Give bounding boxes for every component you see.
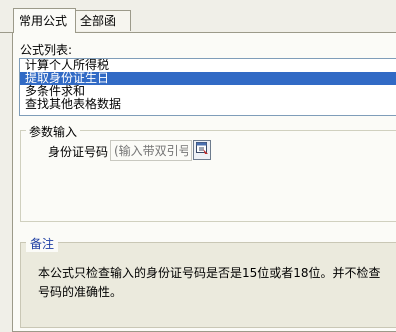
tab-baseline [0, 32, 12, 33]
id-number-input[interactable] [110, 140, 192, 161]
tab-bar: 常用公式 全部函数 [0, 0, 396, 49]
cell-select-icon [195, 142, 209, 158]
param-input-title: 参数输入 [26, 123, 81, 140]
note-text: 本公式只检查输入的身份证号码是否是15位或者18位。并不检查号码的准确性。 [38, 266, 381, 299]
tab-common-formulas[interactable]: 常用公式 [13, 8, 76, 33]
id-number-label: 身份证号码 [48, 145, 109, 159]
cell-reference-button[interactable] [193, 140, 211, 160]
formula-list-label: 公式列表: [20, 43, 73, 57]
note-title: 备注 [26, 235, 59, 252]
tab-all-functions[interactable]: 全部函数 [75, 10, 131, 49]
formula-list[interactable]: 计算个人所得税 提取身份证生日 多条件求和 查找其他表格数据 [19, 58, 396, 116]
list-item-lookup-other-table[interactable]: 查找其他表格数据 [20, 98, 396, 111]
